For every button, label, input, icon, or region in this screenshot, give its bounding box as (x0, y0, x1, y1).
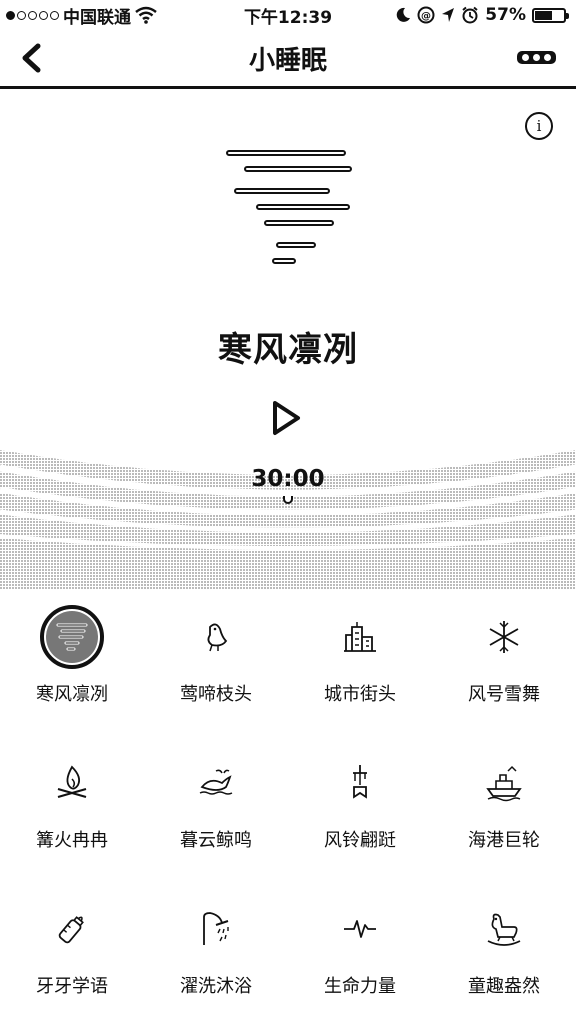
wifi-icon (135, 6, 157, 24)
sound-item-city[interactable]: 城市街头 (288, 600, 432, 720)
selected-indicator (40, 605, 104, 669)
windchime-icon (353, 765, 367, 799)
sound-label: 生命力量 (324, 976, 396, 997)
page-title: 小睡眠 (248, 45, 327, 76)
wind-artwork (220, 146, 360, 276)
status-left: 中国联通 (0, 3, 157, 28)
ship-icon (486, 765, 522, 802)
city-icon (344, 622, 376, 652)
sound-label: 海港巨轮 (468, 830, 540, 851)
timer-display[interactable]: 30:00 (0, 466, 576, 492)
sound-label: 牙牙学语 (36, 976, 108, 997)
status-bar: 中国联通 下午12:39 @ 57% (0, 0, 576, 30)
sound-item-rocking-horse[interactable]: 童趣盎然 (432, 892, 576, 1012)
battery-icon (532, 7, 569, 23)
sound-item-heartbeat[interactable]: 生命力量 (288, 892, 432, 1012)
sound-label: 童趣盎然 (468, 976, 540, 997)
sound-label: 寒风凛冽 (36, 684, 108, 705)
sound-item-shower[interactable]: 濯洗沐浴 (144, 892, 288, 1012)
wind-icon (56, 623, 88, 651)
sound-item-ship[interactable]: 海港巨轮 (432, 746, 576, 866)
heartbeat-icon (344, 920, 376, 938)
sound-item-campfire[interactable]: 篝火冉冉 (0, 746, 144, 866)
sound-label: 暮云鲸鸣 (180, 830, 252, 851)
back-button[interactable] (14, 40, 50, 76)
more-options-button[interactable] (517, 51, 556, 64)
play-icon (273, 401, 300, 435)
chevron-left-icon (22, 43, 41, 73)
more-dot (544, 54, 551, 61)
orientation-lock-icon: @ (417, 6, 435, 24)
sound-item-snow[interactable]: 风号雪舞 (432, 600, 576, 720)
snowflake-icon (489, 621, 519, 653)
rocking-horse-icon (487, 913, 521, 946)
current-sound-title: 寒风凛冽 (218, 330, 358, 370)
battery-percent: 57% (485, 5, 526, 25)
sound-label: 莺啼枝头 (180, 684, 252, 705)
sound-item-baby[interactable]: 牙牙学语 (0, 892, 144, 1012)
moon-icon (395, 7, 411, 23)
more-dot (533, 54, 540, 61)
more-dot (522, 54, 529, 61)
sound-label: 风铃翩跹 (324, 830, 396, 851)
carrier-name: 中国联通 (63, 7, 131, 28)
nav-bar: 小睡眠 (0, 30, 576, 89)
info-icon: i (536, 117, 542, 135)
wave-background (0, 450, 576, 590)
play-button[interactable] (268, 398, 304, 438)
whale-icon (199, 769, 233, 795)
sound-label: 城市街头 (324, 684, 396, 705)
bird-icon (207, 623, 228, 652)
sound-label: 濯洗沐浴 (180, 976, 252, 997)
svg-text:@: @ (421, 11, 431, 22)
sound-item-bird[interactable]: 莺啼枝头 (144, 600, 288, 720)
location-icon (441, 7, 455, 23)
baby-bottle-icon (58, 916, 84, 944)
signal-strength-icon (6, 10, 59, 20)
sound-item-whale[interactable]: 暮云鲸鸣 (144, 746, 288, 866)
status-right: @ 57% (395, 5, 576, 25)
shower-icon (203, 912, 229, 945)
alarm-icon (461, 6, 479, 24)
sound-item-windchime[interactable]: 风铃翩跹 (288, 746, 432, 866)
sound-label: 篝火冉冉 (36, 830, 108, 851)
campfire-icon (57, 765, 87, 799)
info-button[interactable]: i (525, 112, 553, 140)
sound-item-wind[interactable]: 寒风凛冽 (0, 600, 144, 720)
sound-label: 风号雪舞 (468, 684, 540, 705)
